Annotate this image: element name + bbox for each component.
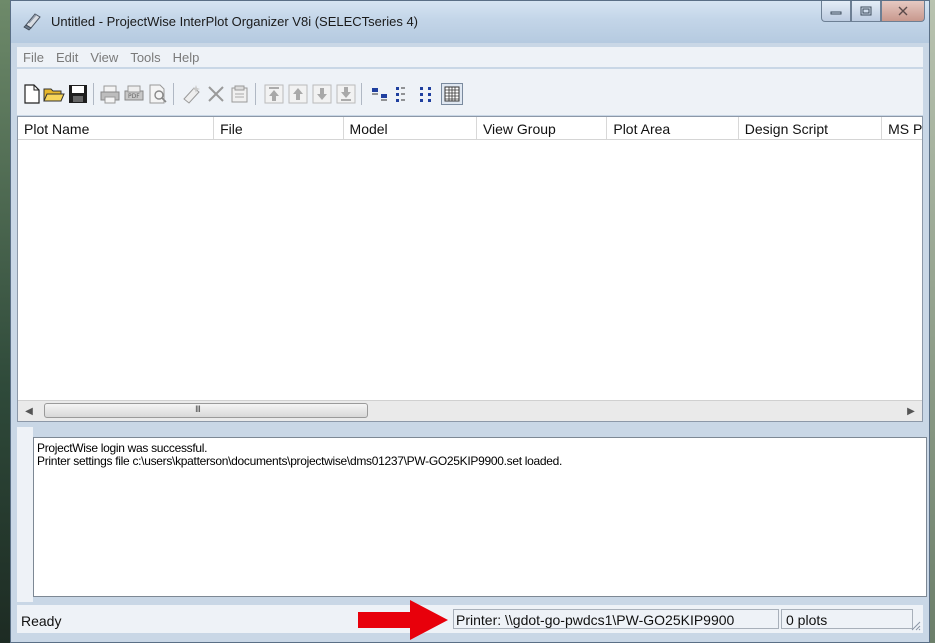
- toolbar-separator: [173, 83, 174, 105]
- log-lines: ProjectWise login was successful. Printe…: [34, 442, 562, 468]
- menu-file[interactable]: File: [17, 50, 50, 65]
- status-bar: Ready Printer: \\gdot-go-pwdcs1\PW-GO25K…: [17, 605, 923, 633]
- open-folder-icon[interactable]: [43, 83, 65, 105]
- column-header-plot-name[interactable]: Plot Name: [18, 117, 215, 139]
- title-bar[interactable]: Untitled - ProjectWise InterPlot Organiz…: [11, 1, 929, 43]
- toolbar-separator: [361, 83, 362, 105]
- scroll-right-icon[interactable]: ▶: [904, 404, 918, 418]
- status-printer: Printer: \\gdot-go-pwdcs1\PW-GO25KIP9900: [453, 609, 779, 629]
- menu-bar: File Edit View Tools Help: [17, 47, 923, 67]
- resize-grip-icon[interactable]: [909, 619, 921, 631]
- column-header-file[interactable]: File: [214, 117, 344, 139]
- large-icons-view-icon[interactable]: [369, 83, 391, 105]
- svg-text:PDF: PDF: [128, 93, 140, 100]
- column-header-ms-p[interactable]: MS P: [882, 117, 922, 139]
- log-panel-frame: [17, 427, 33, 602]
- column-header-model[interactable]: Model: [344, 117, 477, 139]
- add-plot-icon[interactable]: [181, 83, 203, 105]
- toolbar-separator: [255, 83, 256, 105]
- small-icons-view-icon[interactable]: [393, 83, 415, 105]
- move-top-icon[interactable]: [263, 83, 285, 105]
- move-down-icon[interactable]: [311, 83, 333, 105]
- status-plot-count: 0 plots: [781, 609, 913, 629]
- window-title: Untitled - ProjectWise InterPlot Organiz…: [51, 14, 419, 29]
- interplot-app-icon: [23, 13, 41, 31]
- menu-help[interactable]: Help: [167, 50, 206, 65]
- log-line: Printer settings file c:\users\kpatterso…: [37, 454, 563, 468]
- move-up-icon[interactable]: [287, 83, 309, 105]
- move-bottom-icon[interactable]: [335, 83, 357, 105]
- grid-header: Plot Name File Model View Group Plot Are…: [18, 117, 922, 140]
- pdf-icon[interactable]: PDF: [123, 83, 145, 105]
- properties-icon[interactable]: [229, 83, 251, 105]
- column-header-plot-area[interactable]: Plot Area: [607, 117, 739, 139]
- new-icon[interactable]: [21, 83, 43, 105]
- details-view-icon[interactable]: [441, 83, 463, 105]
- print-preview-icon[interactable]: [147, 83, 169, 105]
- save-icon[interactable]: [67, 83, 89, 105]
- app-window: Untitled - ProjectWise InterPlot Organiz…: [10, 0, 930, 643]
- close-icon[interactable]: [881, 1, 925, 22]
- desktop-background-left: [0, 0, 10, 643]
- menu-tools[interactable]: Tools: [124, 50, 166, 65]
- scroll-grip: III: [195, 405, 201, 415]
- list-view-icon[interactable]: [417, 83, 439, 105]
- minimize-icon[interactable]: [821, 1, 851, 22]
- menu-view[interactable]: View: [84, 50, 124, 65]
- scroll-left-icon[interactable]: ◀: [22, 404, 36, 418]
- scroll-thumb[interactable]: III: [44, 403, 368, 418]
- column-header-view-group[interactable]: View Group: [477, 117, 608, 139]
- horizontal-scrollbar[interactable]: ◀ III ▶: [18, 400, 922, 421]
- log-panel[interactable]: ProjectWise login was successful. Printe…: [33, 437, 927, 597]
- menu-edit[interactable]: Edit: [50, 50, 84, 65]
- toolbar: PDF: [17, 69, 923, 115]
- print-icon[interactable]: [99, 83, 121, 105]
- status-ready: Ready: [21, 613, 62, 629]
- delete-icon[interactable]: [205, 83, 227, 105]
- red-arrow-annotation: [358, 600, 448, 640]
- column-header-design-script[interactable]: Design Script: [739, 117, 883, 139]
- caption-buttons: [821, 1, 925, 23]
- plot-list-grid[interactable]: Plot Name File Model View Group Plot Are…: [17, 116, 923, 422]
- maximize-icon[interactable]: [851, 1, 881, 22]
- toolbar-separator: [93, 83, 94, 105]
